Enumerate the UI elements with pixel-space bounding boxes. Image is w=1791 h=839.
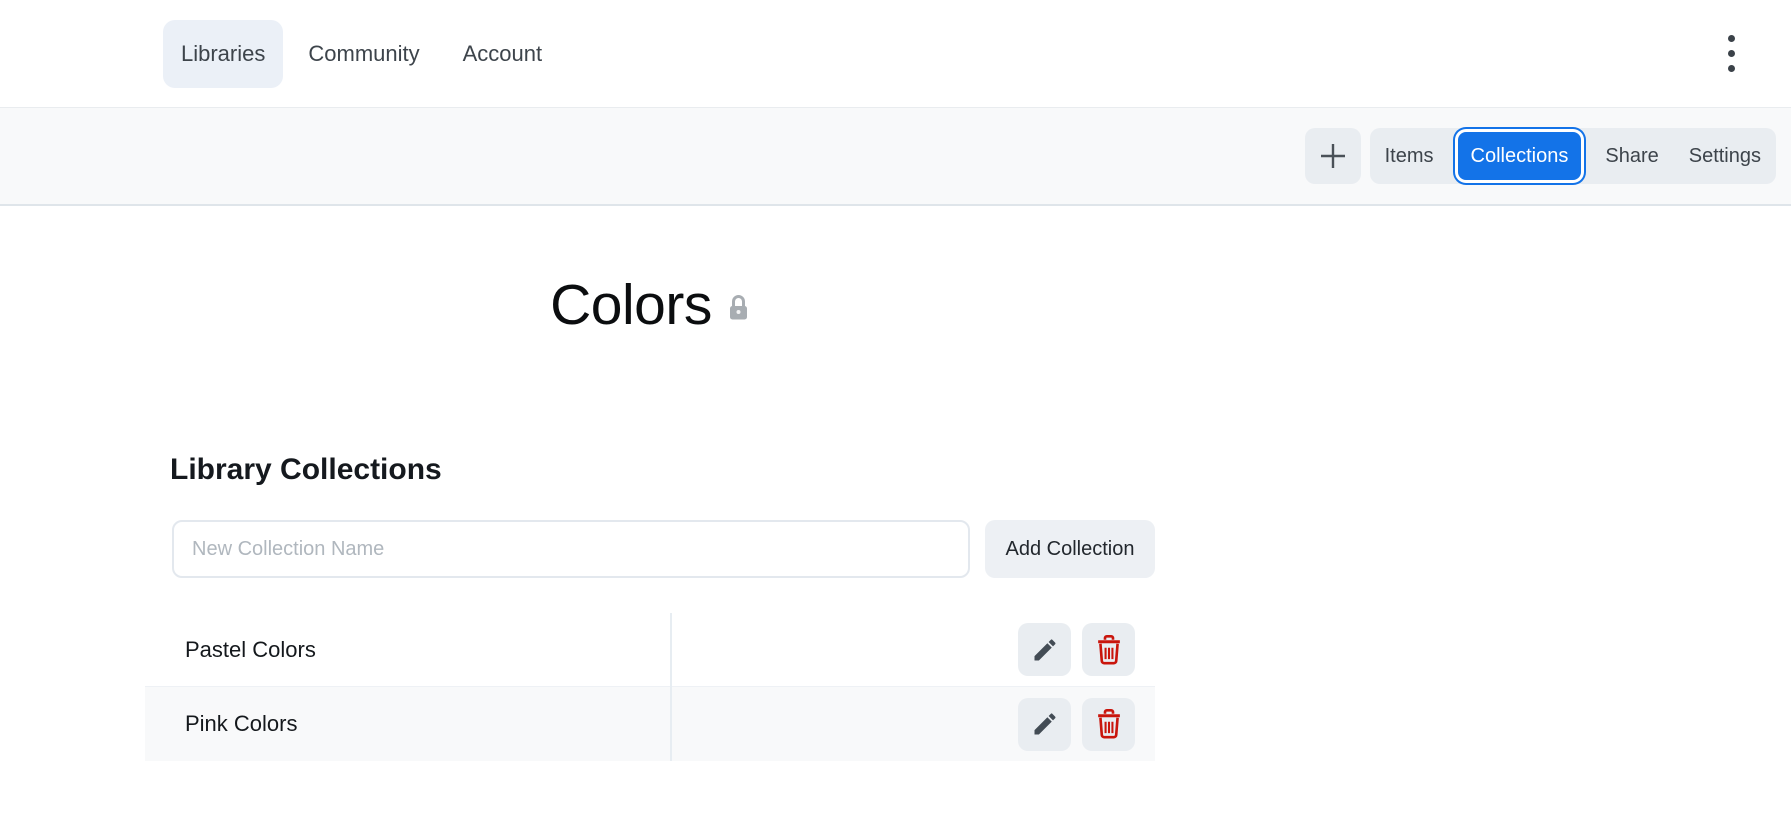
- kebab-vertical-icon: [1727, 35, 1735, 42]
- add-collection-form: Add Collection: [172, 520, 1155, 578]
- nav-tab-community[interactable]: Community: [290, 20, 437, 88]
- collection-name: Pastel Colors: [185, 636, 316, 662]
- lock-icon: [727, 293, 750, 323]
- section-heading: Library Collections: [170, 453, 442, 486]
- collection-row: Pastel Colors: [145, 613, 1155, 687]
- library-toolbar: Items Collections Share Settings: [0, 108, 1791, 206]
- delete-collection-button[interactable]: [1082, 623, 1135, 676]
- edit-collection-button[interactable]: [1018, 697, 1071, 751]
- add-button[interactable]: [1304, 128, 1361, 184]
- nav-tab-libraries[interactable]: Libraries: [163, 19, 284, 88]
- nav-tab-account[interactable]: Account: [445, 20, 561, 88]
- edit-collection-button[interactable]: [1018, 623, 1071, 676]
- column-divider: [670, 613, 672, 761]
- view-segmented-control: Items Collections Share Settings: [1369, 128, 1776, 184]
- pencil-icon: [1034, 638, 1055, 660]
- page-title: Colors: [550, 273, 712, 337]
- new-collection-name-input[interactable]: [172, 520, 970, 578]
- primary-nav-tabs: Libraries Community Account: [163, 19, 561, 88]
- library-title-row: Colors: [145, 276, 1155, 334]
- collections-list: Pastel Colors Pink Colors: [145, 613, 1155, 761]
- collection-name: Pink Colors: [185, 711, 298, 736]
- top-navigation: Libraries Community Account: [0, 0, 1791, 108]
- overflow-menu-button[interactable]: [1707, 30, 1755, 78]
- plus-icon: [1320, 144, 1345, 168]
- tab-items[interactable]: Items: [1370, 128, 1449, 184]
- collection-row: Pink Colors: [145, 687, 1155, 761]
- trash-icon: [1097, 708, 1120, 739]
- main-content: Colors Library Collections Add Collectio…: [0, 276, 1791, 761]
- tab-share[interactable]: Share: [1590, 128, 1673, 184]
- library-collections-section: Library Collections Add Collection Paste…: [145, 452, 1155, 761]
- pencil-icon: [1034, 713, 1055, 735]
- add-collection-button[interactable]: Add Collection: [985, 520, 1155, 578]
- tab-settings[interactable]: Settings: [1674, 128, 1776, 184]
- tab-collections[interactable]: Collections: [1457, 132, 1582, 180]
- delete-collection-button[interactable]: [1082, 697, 1135, 751]
- trash-icon: [1097, 634, 1120, 664]
